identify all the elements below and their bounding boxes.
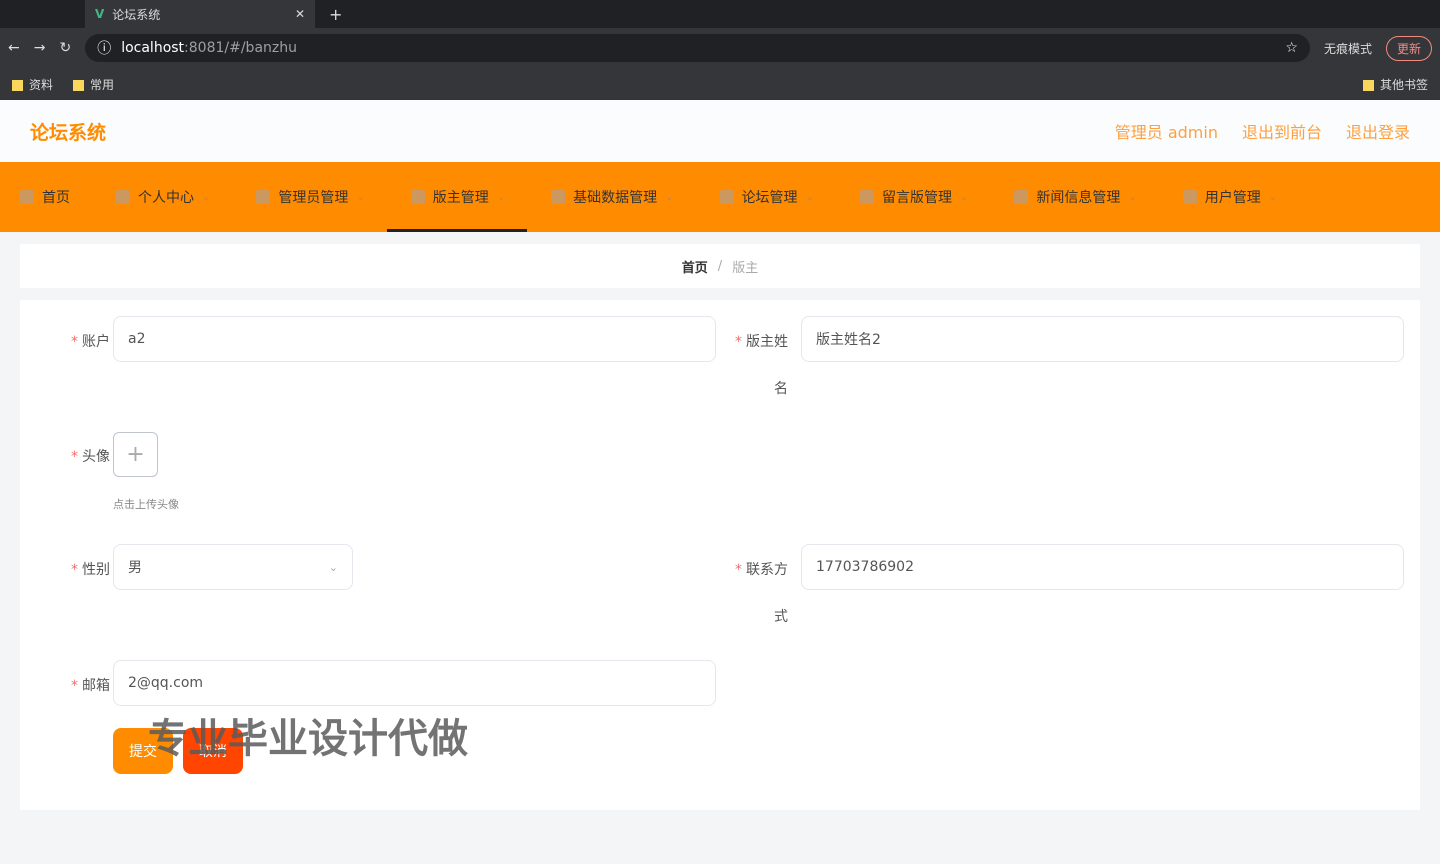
gender-value: 男 <box>128 560 142 576</box>
address-bar-row: ← → ↻ ⓘ localhost:8081/#/banzhu ☆ 无痕模式 更新 <box>0 28 1440 68</box>
breadcrumb: 首页 / 版主 <box>20 244 1420 288</box>
bookmark-label: 其他书签 <box>1379 77 1428 92</box>
account-label: * 账户 <box>71 334 110 350</box>
avatar-label: * 头像 <box>71 449 110 465</box>
chevron-down-icon: ⌄ <box>1268 191 1278 203</box>
name-label: * 版主姓 <box>735 334 788 350</box>
nav-icon <box>256 190 271 204</box>
name-label-wrap: 名 <box>774 381 788 397</box>
vue-icon: V <box>95 7 105 21</box>
chevron-down-icon: ⌄ <box>1128 191 1137 203</box>
phone-label: * 联系方 <box>735 562 788 578</box>
bookmarks-bar: 资料 常用 其他书签 <box>0 68 1440 100</box>
breadcrumb-home[interactable]: 首页 <box>682 257 708 276</box>
nav-item[interactable]: 首页 <box>20 162 92 232</box>
chevron-down-icon: ⌄ <box>805 191 814 203</box>
account-input[interactable]: a2 <box>113 316 716 362</box>
close-tab-icon[interactable]: ✕ <box>295 7 305 21</box>
browser-tab-bar: V 论坛系统 ✕ + <box>0 0 1440 28</box>
chevron-down-icon: ⌄ <box>959 191 969 203</box>
nav-item[interactable]: 留言版管理 ⌄ <box>859 162 990 232</box>
avatar-tip: 点击上传头像 <box>113 498 179 511</box>
bookmark-label: 常用 <box>90 77 115 92</box>
nav-icon <box>551 190 566 204</box>
back-to-frontend-link[interactable]: 退出到前台 <box>1242 119 1322 143</box>
nav-item[interactable]: 管理员管理 ⌄ <box>256 162 386 232</box>
gender-label: * 性别 <box>71 562 110 578</box>
nav-label: 论坛管理 <box>741 190 798 206</box>
app-logo: 论坛系统 <box>30 121 107 144</box>
nav-icon <box>410 190 425 204</box>
breadcrumb-separator: / <box>717 258 723 274</box>
nav-icon <box>1182 190 1197 204</box>
chevron-down-icon: ⌄ <box>496 191 506 203</box>
tab-title: 论坛系统 <box>112 7 161 22</box>
chevron-down-icon: ⌄ <box>356 191 365 203</box>
other-bookmarks[interactable]: 其他书签 <box>1362 76 1428 93</box>
breadcrumb-current: 版主 <box>732 260 759 276</box>
nav-label: 管理员管理 <box>278 190 349 206</box>
nav-item[interactable]: 个人中心 ⌄ <box>116 162 232 232</box>
bookmark-label: 资料 <box>29 77 54 92</box>
new-tab-button[interactable]: + <box>329 5 342 24</box>
star-icon[interactable]: ☆ <box>1285 40 1298 56</box>
main-nav: 首页 个人中心 ⌄ 管理员管理 ⌄ 版主管理 ⌄ 基础数据管理 ⌄ 论坛管理 ⌄ 留言版管理 ⌄ 新闻信息… <box>0 162 1440 232</box>
url-path: :8081/#/banzhu <box>184 40 297 56</box>
logout-link[interactable]: 退出登录 <box>1346 119 1410 143</box>
chevron-down-icon: ⌄ <box>328 560 338 574</box>
back-icon[interactable]: ← <box>8 40 20 56</box>
update-button[interactable]: 更新 <box>1385 35 1432 61</box>
nav-label: 版主管理 <box>432 190 489 206</box>
url-host: localhost <box>121 40 185 56</box>
browser-tab[interactable]: V 论坛系统 ✕ <box>85 0 315 28</box>
phone-label-wrap: 式 <box>774 609 788 625</box>
nav-label: 留言版管理 <box>881 190 952 206</box>
url-input[interactable]: ⓘ localhost:8081/#/banzhu ☆ <box>85 34 1310 62</box>
nav-item[interactable]: 新闻信息管理 ⌄ <box>1014 162 1158 232</box>
reload-icon[interactable]: ↻ <box>59 40 71 56</box>
nav-item[interactable]: 用户管理 ⌄ <box>1182 162 1299 232</box>
phone-input[interactable]: 17703786902 <box>801 544 1404 590</box>
nav-icon <box>1014 190 1029 204</box>
gender-select[interactable]: 男 ⌄ <box>113 544 353 590</box>
forward-icon[interactable]: → <box>34 40 46 56</box>
nav-label: 用户管理 <box>1204 190 1261 206</box>
nav-label: 个人中心 <box>138 190 194 206</box>
email-input[interactable]: 2@qq.com <box>113 660 716 706</box>
name-input[interactable]: 版主姓名2 <box>801 316 1404 362</box>
app-header: 论坛系统 管理员 admin 退出到前台 退出登录 <box>0 100 1440 162</box>
nav-item[interactable]: 基础数据管理 ⌄ <box>551 162 695 232</box>
watermark-text: 专业毕业设计代做 <box>148 716 468 762</box>
info-icon: ⓘ <box>97 41 112 57</box>
nav-label: 基础数据管理 <box>573 190 658 206</box>
nav-label: 新闻信息管理 <box>1036 190 1121 206</box>
chevron-down-icon: ⌄ <box>665 191 674 203</box>
nav-item[interactable]: 论坛管理 ⌄ <box>719 162 836 232</box>
avatar-upload-button[interactable]: + <box>113 432 158 477</box>
incognito-label: 无痕模式 <box>1323 41 1372 56</box>
bookmark-folder[interactable]: 常用 <box>73 76 114 93</box>
admin-user-link[interactable]: 管理员 admin <box>1115 119 1218 143</box>
bookmark-folder[interactable]: 资料 <box>12 76 53 93</box>
email-label: * 邮箱 <box>71 678 110 694</box>
nav-icon <box>719 190 734 204</box>
nav-item[interactable]: 版主管理 ⌄ <box>386 162 528 232</box>
nav-icon <box>859 190 874 204</box>
nav-icon <box>116 190 130 204</box>
nav-icon <box>20 190 34 204</box>
chevron-down-icon: ⌄ <box>202 191 211 203</box>
nav-label: 首页 <box>42 190 70 206</box>
